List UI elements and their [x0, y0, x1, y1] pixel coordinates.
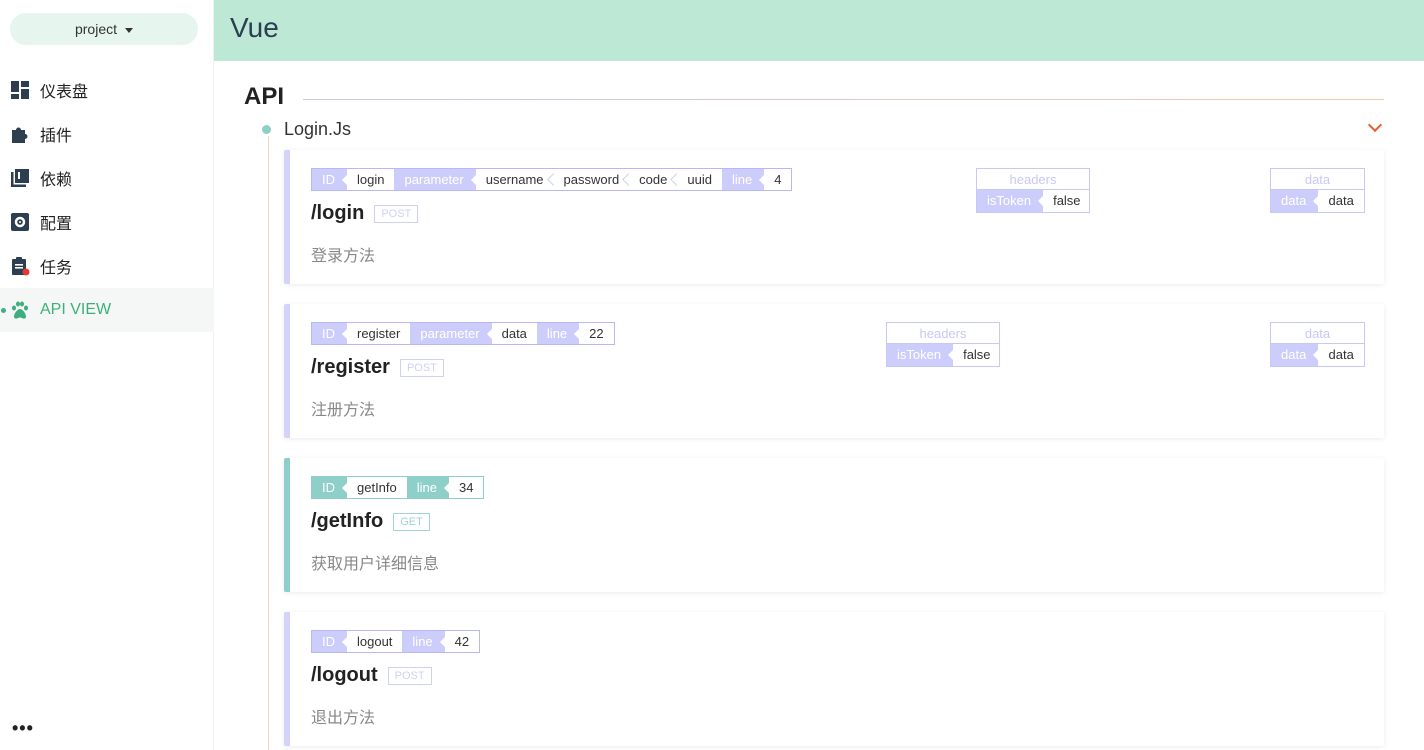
tag-value: login	[347, 169, 395, 190]
timeline-line	[268, 136, 269, 750]
method-badge: POST	[374, 204, 419, 223]
api-description: 获取用户详细信息	[311, 556, 440, 573]
sidebar-item-label: API VIEW	[40, 301, 112, 318]
tag-value: 4	[764, 169, 792, 190]
clipboard-icon	[10, 256, 30, 276]
active-indicator	[1, 308, 6, 313]
headers-box: headers isToken false	[976, 168, 1090, 213]
api-path-text: /login	[311, 202, 365, 224]
tag-key: line	[721, 169, 766, 190]
sidebar-item-dependencies[interactable]: 依赖	[0, 156, 214, 200]
library-icon	[10, 168, 30, 188]
method-badge: GET	[393, 512, 430, 531]
file-name: Login.Js	[284, 118, 352, 139]
headers-title: headers	[977, 169, 1089, 190]
project-select-label: project	[74, 21, 118, 37]
tag-key: parameter	[394, 169, 477, 190]
method-badge: POST	[387, 666, 432, 685]
main-content: API Login.Js ID login parameter username…	[214, 61, 1424, 750]
sidebar-item-label: 依赖	[40, 172, 73, 189]
api-card-getinfo: ID getInfo line 34 /getInfo GET 获取用户详细信息	[284, 458, 1384, 592]
api-tag-row: ID register parameter data line 22	[311, 322, 615, 345]
data-box: data data data	[1270, 168, 1365, 213]
tag-key: line	[406, 477, 451, 498]
api-tag-row: ID getInfo line 34	[311, 476, 485, 499]
headers-title: headers	[887, 323, 999, 344]
headers-box: headers isToken false	[886, 322, 1000, 367]
tag-value: 22	[579, 323, 614, 344]
api-description: 退出方法	[311, 710, 376, 727]
tag-key: parameter	[410, 323, 493, 344]
api-path-text: /getInfo	[311, 510, 384, 532]
api-card-login: ID login parameter username password cod…	[284, 150, 1384, 284]
more-icon[interactable]: •••	[12, 718, 34, 739]
dashboard-icon	[10, 80, 30, 100]
tag-value: data	[491, 323, 537, 344]
tag-key: ID	[312, 477, 348, 498]
paw-icon	[10, 300, 30, 320]
data-key: data	[1271, 344, 1320, 366]
timeline-dot	[262, 124, 271, 134]
data-value: data	[1328, 347, 1354, 362]
tag-value: 42	[444, 631, 480, 652]
tag-key: ID	[312, 323, 348, 344]
tag-value: uuid	[677, 169, 722, 190]
sidebar-item-config[interactable]: 配置	[0, 200, 214, 244]
api-path: /getInfo GET	[311, 510, 430, 533]
api-path: /register POST	[311, 356, 444, 379]
api-path-text: /register	[311, 356, 390, 378]
headers-value: false	[1053, 193, 1081, 208]
sidebar: project 仪表盘 插件 依赖 配置 任务 API VIEW •••	[0, 0, 214, 750]
page-title: Vue	[230, 12, 279, 43]
tag-key: ID	[312, 169, 348, 190]
chevron-down-icon[interactable]	[1367, 117, 1383, 133]
api-description: 登录方法	[311, 248, 376, 265]
headers-value: false	[963, 347, 991, 362]
section-divider	[303, 99, 1384, 100]
sidebar-item-tasks[interactable]: 任务	[0, 244, 214, 288]
sidebar-item-label: 仪表盘	[40, 84, 89, 101]
sidebar-item-label: 任务	[40, 260, 73, 277]
tag-key: line	[402, 631, 446, 652]
method-badge: POST	[399, 358, 444, 377]
tag-value: getInfo	[347, 477, 407, 498]
header: Vue	[214, 0, 1424, 61]
api-path-text: /logout	[311, 664, 378, 686]
puzzle-icon	[10, 124, 30, 144]
tag-value: username	[475, 169, 554, 190]
settings-icon	[10, 212, 30, 232]
caret-down-icon	[125, 27, 134, 33]
section-title: API	[244, 83, 285, 110]
api-tag-row: ID logout line 42	[311, 630, 481, 653]
data-title: data	[1271, 169, 1364, 190]
api-card-register: ID register parameter data line 22 /regi…	[284, 304, 1384, 438]
sidebar-item-dashboard[interactable]: 仪表盘	[0, 68, 214, 112]
headers-key: isToken	[887, 344, 955, 366]
data-value: data	[1328, 193, 1354, 208]
sidebar-item-label: 插件	[40, 128, 73, 145]
data-key: data	[1271, 190, 1320, 212]
data-box: data data data	[1270, 322, 1365, 367]
api-description: 注册方法	[311, 402, 376, 419]
api-path: /login POST	[311, 202, 419, 225]
file-group-header[interactable]: Login.Js	[262, 117, 1392, 141]
api-path: /logout POST	[311, 664, 432, 687]
data-title: data	[1271, 323, 1364, 344]
sidebar-nav: 仪表盘 插件 依赖 配置 任务 API VIEW	[0, 68, 214, 332]
tag-value: register	[347, 323, 411, 344]
api-tag-row: ID login parameter username password cod…	[311, 168, 793, 191]
api-card-logout: ID logout line 42 /logout POST 退出方法	[284, 612, 1384, 746]
tag-value: logout	[347, 631, 403, 652]
tag-value: 34	[449, 477, 484, 498]
tag-value: code	[629, 169, 678, 190]
tag-key: ID	[312, 631, 348, 652]
tag-value: password	[553, 169, 630, 190]
sidebar-item-label: 配置	[40, 216, 73, 233]
sidebar-item-api-view[interactable]: API VIEW	[0, 288, 214, 332]
sidebar-item-plugins[interactable]: 插件	[0, 112, 214, 156]
headers-key: isToken	[977, 190, 1045, 212]
tag-key: line	[536, 323, 581, 344]
project-select[interactable]: project	[10, 13, 198, 45]
